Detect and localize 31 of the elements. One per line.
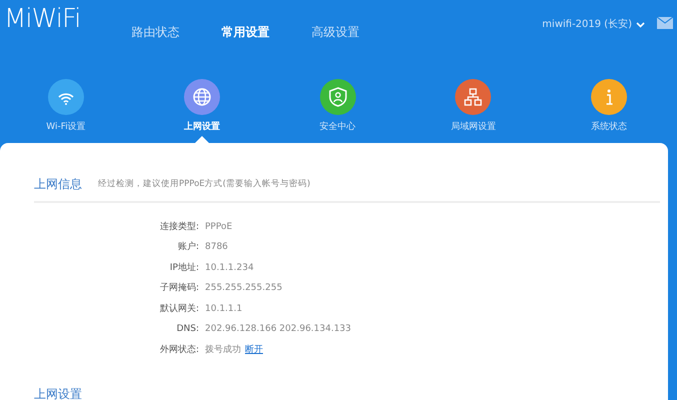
field-label: 外网状态: — [158, 344, 200, 356]
nav-tab[interactable]: 路由状态 — [110, 16, 200, 48]
field-value: 拨号成功 — [205, 344, 241, 356]
field-label: 账户: — [176, 241, 200, 254]
settings-tile[interactable]: 局域网设置 — [423, 70, 524, 143]
router-selector[interactable]: miwifi-2019 (长安) — [542, 17, 645, 32]
field-value: 10.1.1.234 — [205, 262, 254, 274]
section-title: 上网信息 — [34, 176, 82, 193]
field-label: IP地址: — [168, 262, 200, 274]
settings-tile[interactable]: 系统状态 — [559, 70, 659, 143]
nav-tab[interactable]: 高级设置 — [290, 16, 380, 48]
settings-tile[interactable]: 安全中心 — [288, 70, 388, 143]
settings-tile[interactable]: 上网设置 — [152, 70, 252, 143]
field-value: 8786 — [205, 241, 228, 254]
field-label: DNS: — [176, 323, 200, 336]
router-name: miwifi-2019 (长安) — [542, 18, 632, 32]
field-value: 10.1.1.1 — [205, 302, 242, 316]
field-label: 子网掩码: — [158, 282, 200, 295]
chevron-down-icon — [636, 22, 645, 28]
field-value: PPPoE — [205, 220, 232, 234]
logo: MiWiFi — [4, 6, 80, 36]
section-hint: 经过检测，建议使用PPPoE方式(需要输入帐号与密码) — [98, 178, 310, 190]
mail-icon[interactable] — [657, 17, 673, 29]
section-title: 上网设置 — [34, 386, 83, 400]
field-value: 255.255.255.255 — [205, 282, 282, 295]
settings-tile[interactable]: Wi-Fi设置 — [16, 70, 116, 143]
disconnect-link[interactable]: 断开 — [245, 344, 263, 357]
field-label: 连接类型: — [158, 220, 200, 234]
nav-tab[interactable]: 常用设置 — [200, 16, 290, 48]
field-value: 202.96.128.166 202.96.134.133 — [205, 323, 351, 336]
field-label: 默认网关: — [158, 302, 200, 316]
